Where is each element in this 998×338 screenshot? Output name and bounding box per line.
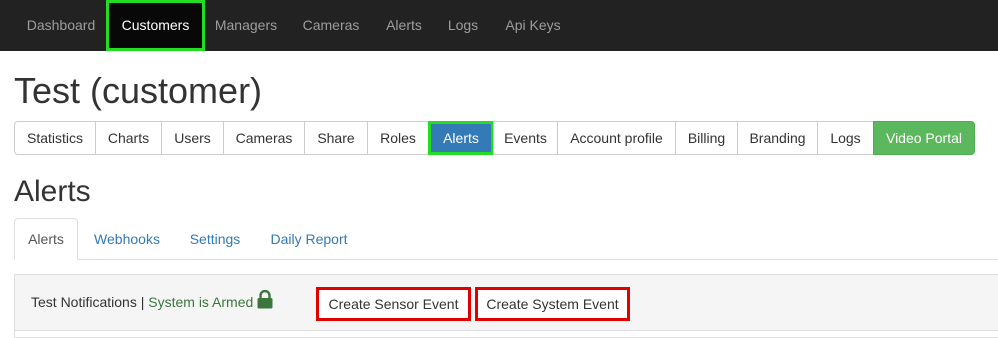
- alerts-panel: Test Notifications | System is Armed Cre…: [14, 274, 998, 338]
- create-system-event-button[interactable]: Create System Event: [475, 287, 630, 321]
- tab-video-portal[interactable]: Video Portal: [873, 121, 975, 155]
- tab-cameras[interactable]: Cameras: [223, 121, 305, 155]
- nav-cameras[interactable]: Cameras: [290, 0, 372, 51]
- subtab-webhooks[interactable]: Webhooks: [80, 218, 174, 260]
- tab-billing[interactable]: Billing: [675, 121, 738, 155]
- nav-api-keys[interactable]: Api Keys: [493, 0, 573, 51]
- nav-customers[interactable]: Customers: [106, 0, 205, 51]
- page-title: Test (customer): [14, 70, 263, 111]
- tab-alerts[interactable]: Alerts: [428, 121, 494, 155]
- tab-statistics[interactable]: Statistics: [14, 121, 96, 155]
- tab-branding[interactable]: Branding: [737, 121, 818, 155]
- nav-alerts[interactable]: Alerts: [374, 0, 434, 51]
- tab-events[interactable]: Events: [493, 121, 558, 155]
- tab-charts[interactable]: Charts: [95, 121, 162, 155]
- subtab-alerts[interactable]: Alerts: [14, 218, 78, 260]
- nav-dashboard[interactable]: Dashboard: [14, 0, 108, 51]
- panel-heading-text: Test Notifications | System is Armed: [31, 294, 253, 310]
- panel-heading: Test Notifications | System is Armed Cre…: [15, 275, 998, 331]
- armed-status: System is Armed: [148, 294, 254, 310]
- nav-managers[interactable]: Managers: [205, 0, 287, 51]
- tab-share[interactable]: Share: [304, 121, 368, 155]
- top-navbar: Dashboard Customers Managers Cameras Ale…: [0, 0, 998, 51]
- nav-logs[interactable]: Logs: [436, 0, 490, 51]
- tab-logs[interactable]: Logs: [817, 121, 874, 155]
- test-notifications-label: Test Notifications: [31, 294, 137, 310]
- separator: |: [140, 294, 145, 310]
- subtab-daily-report[interactable]: Daily Report: [256, 218, 362, 260]
- tab-account-profile[interactable]: Account profile: [557, 121, 676, 155]
- section-title: Alerts: [14, 175, 91, 208]
- tab-roles[interactable]: Roles: [367, 121, 429, 155]
- subtab-settings[interactable]: Settings: [176, 218, 254, 260]
- create-sensor-event-button[interactable]: Create Sensor Event: [316, 287, 471, 321]
- tab-users[interactable]: Users: [161, 121, 224, 155]
- lock-icon: [257, 290, 273, 309]
